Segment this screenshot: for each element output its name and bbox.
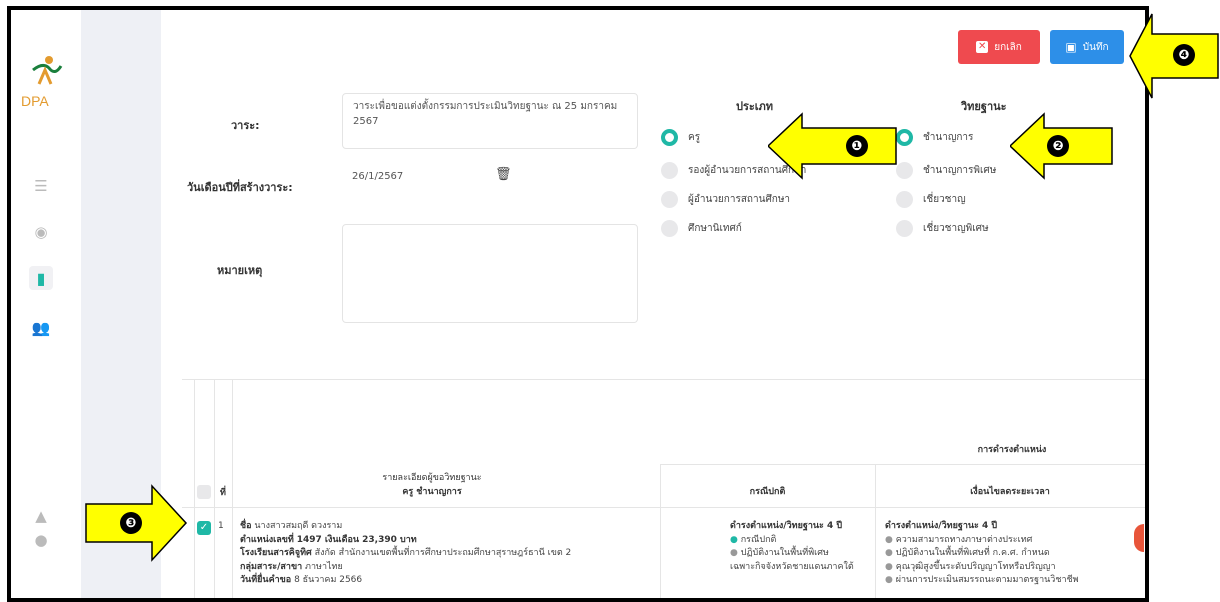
cancel-button[interactable]: ✕ ยกเลิก <box>958 30 1040 64</box>
col-normal-header: กรณีปกติ <box>749 487 786 497</box>
row-condition: ดำรงตำแหน่ง/วิทยฐานะ 4 ปี ● ความสามารถทา… <box>885 520 1085 588</box>
save-label: บันทึก <box>1082 41 1109 53</box>
subject-label: กลุ่มสาระ/สาขา <box>240 561 303 572</box>
radio-unchecked <box>896 162 913 179</box>
callout-badge-2: ❷ <box>1047 135 1069 157</box>
position-label: ตำแหน่งเลขที่ <box>240 534 294 545</box>
topic-label: วาระ: <box>231 119 260 132</box>
name-label: ชื่อ <box>240 521 252 531</box>
grade-option-label: ชำนาญการพิเศษ <box>923 165 997 176</box>
grade-heading: วิทยฐานะ <box>961 100 1007 113</box>
list-icon[interactable]: ☰ <box>29 174 53 198</box>
type-option-supervisor[interactable]: ศึกษานิเทศก์ <box>661 220 742 237</box>
svg-text:DPA: DPA <box>21 93 49 109</box>
type-option-label: ครู <box>688 132 701 143</box>
grade-option-senior[interactable]: ชำนาญการพิเศษ <box>896 162 996 179</box>
date-value: 8 ธันวาคม 2566 <box>294 575 363 585</box>
col-detail-line2: ครู ชำนาญการ <box>402 487 462 497</box>
grade-option-senior-expert[interactable]: เชี่ยวชาญพิเศษ <box>896 220 989 237</box>
note-label: หมายเหตุ <box>217 264 263 277</box>
cond-title: ดำรงตำแหน่ง/วิทยฐานะ 4 ปี <box>885 521 998 531</box>
select-all-checkbox[interactable] <box>197 485 211 499</box>
col-no-header: ที่ <box>220 488 226 498</box>
school-label: โรงเรียนสารคิจูทิศ <box>240 548 312 558</box>
type-option-teacher[interactable]: ครู <box>661 129 700 146</box>
grade-option-professional[interactable]: ชำนาญการ <box>896 129 973 146</box>
subject-value: ภาษาไทย <box>305 561 343 572</box>
grade-option-expert[interactable]: เชี่ยวชาญ <box>896 191 966 208</box>
callout-badge-3: ❸ <box>120 512 142 534</box>
note-textarea[interactable] <box>342 224 638 323</box>
row-checkbox[interactable]: ✓ <box>197 521 211 535</box>
bullet-icon: ● <box>885 561 893 572</box>
callout-badge-4: ❹ <box>1173 44 1195 66</box>
dpa-logo: DPA <box>21 56 63 109</box>
col-detail-header: รายละเอียดผู้ขอวิทยฐานะ ครู ชำนาญการ <box>332 470 532 498</box>
topic-textarea[interactable]: วาระเพื่อขอแต่งตั้งกรรมการประเมินวิทยฐาน… <box>342 93 638 149</box>
user-circle-icon[interactable]: ◉ <box>29 220 53 244</box>
save-button[interactable]: ▣ บันทึก <box>1050 30 1124 64</box>
bullet-icon: ● <box>885 575 893 585</box>
grade-option-label: เชี่ยวชาญ <box>923 194 966 205</box>
radio-unchecked <box>896 191 913 208</box>
profile-icon[interactable]: ● <box>29 528 53 552</box>
radio-checked <box>896 129 913 146</box>
grade-option-label: เชี่ยวชาญพิเศษ <box>923 223 989 234</box>
position-value: 1497 เงินเดือน 23,390 บาท <box>296 534 417 545</box>
floppy-icon: ▣ <box>1065 40 1077 54</box>
radio-unchecked <box>661 162 678 179</box>
cond-item: ความสามารถทางภาษาต่างประเทศ <box>895 534 1033 545</box>
trash-icon[interactable]: 🗑 <box>495 167 512 182</box>
bullet-icon: ● <box>730 548 738 558</box>
normal-item: ปฏิบัติงานในพื้นที่พิเศษ <box>740 548 829 558</box>
normal-item: เฉพาะกิจจังหวัดชายแดนภาคใต้ <box>730 561 854 572</box>
check-circle-icon: ● <box>730 534 738 545</box>
type-option-label: ศึกษานิเทศก์ <box>688 223 742 234</box>
cond-item: ผ่านการประเมินสมรรถนะตามมาตรฐานวิชาชีพ <box>895 575 1079 585</box>
radio-unchecked <box>661 220 678 237</box>
chat-tab[interactable] <box>1134 524 1144 552</box>
radio-checked <box>661 129 678 146</box>
cancel-label: ยกเลิก <box>994 41 1022 53</box>
bullet-icon: ● <box>885 534 893 545</box>
col-group-header: การดำรงตำแหน่ง <box>977 445 1047 455</box>
cond-item: คุณวุฒิสูงขึ้นระดับปริญญาโทหรือปริญญา <box>895 561 1056 572</box>
school-value: สังกัด สำนักงานเขตพื้นที่การศึกษาประถมศึ… <box>314 548 572 558</box>
date-label: วันที่ยื่นคำขอ <box>240 575 292 585</box>
radio-unchecked <box>661 191 678 208</box>
type-option-director[interactable]: ผู้อำนวยการสถานศึกษา <box>661 191 790 208</box>
users-icon[interactable]: 👥 <box>29 316 53 340</box>
col-detail-line1: รายละเอียดผู้ขอวิทยฐานะ <box>382 473 482 483</box>
icon-rail: DPA ☰ ◉ ▮ 👥 ▲ ● <box>11 10 81 598</box>
normal-item: กรณีปกติ <box>740 534 777 545</box>
bell-icon[interactable]: ▲ <box>29 504 53 528</box>
radio-unchecked <box>896 220 913 237</box>
row-detail: ชื่อ นางสาวสมฤดี ดวงราม ตำแหน่งเลขที่ 14… <box>240 520 650 588</box>
applicant-table: ที่ รายละเอียดผู้ขอวิทยฐานะ ครู ชำนาญการ… <box>182 379 1145 598</box>
name-value: นางสาวสมฤดี ดวงราม <box>254 521 343 531</box>
callout-badge-1: ❶ <box>846 135 868 157</box>
close-icon: ✕ <box>976 41 989 53</box>
callout-arrow-1 <box>768 112 897 180</box>
main-content: ✕ ยกเลิก ▣ บันทึก วาระ: วาระเพื่อขอแต่งต… <box>161 10 1145 598</box>
bullet-icon: ● <box>885 548 893 558</box>
row-normal: ดำรงตำแหน่ง/วิทยฐานะ 4 ปี ● กรณีปกติ ● ป… <box>730 520 870 574</box>
grade-option-label: ชำนาญการ <box>923 132 974 143</box>
document-icon[interactable]: ▮ <box>29 266 53 290</box>
row-no: 1 <box>218 521 224 531</box>
date-label: วันเดือนปีที่สร้างวาระ: <box>187 181 293 194</box>
col-condition-header: เงื่อนไขลดระยะเวลา <box>970 487 1050 497</box>
type-option-label: ผู้อำนวยการสถานศึกษา <box>688 194 791 205</box>
cond-item: ปฏิบัติงานในพื้นที่พิเศษที่ ก.ค.ศ. กำหนด <box>895 548 1050 558</box>
normal-title: ดำรงตำแหน่ง/วิทยฐานะ 4 ปี <box>730 521 843 531</box>
